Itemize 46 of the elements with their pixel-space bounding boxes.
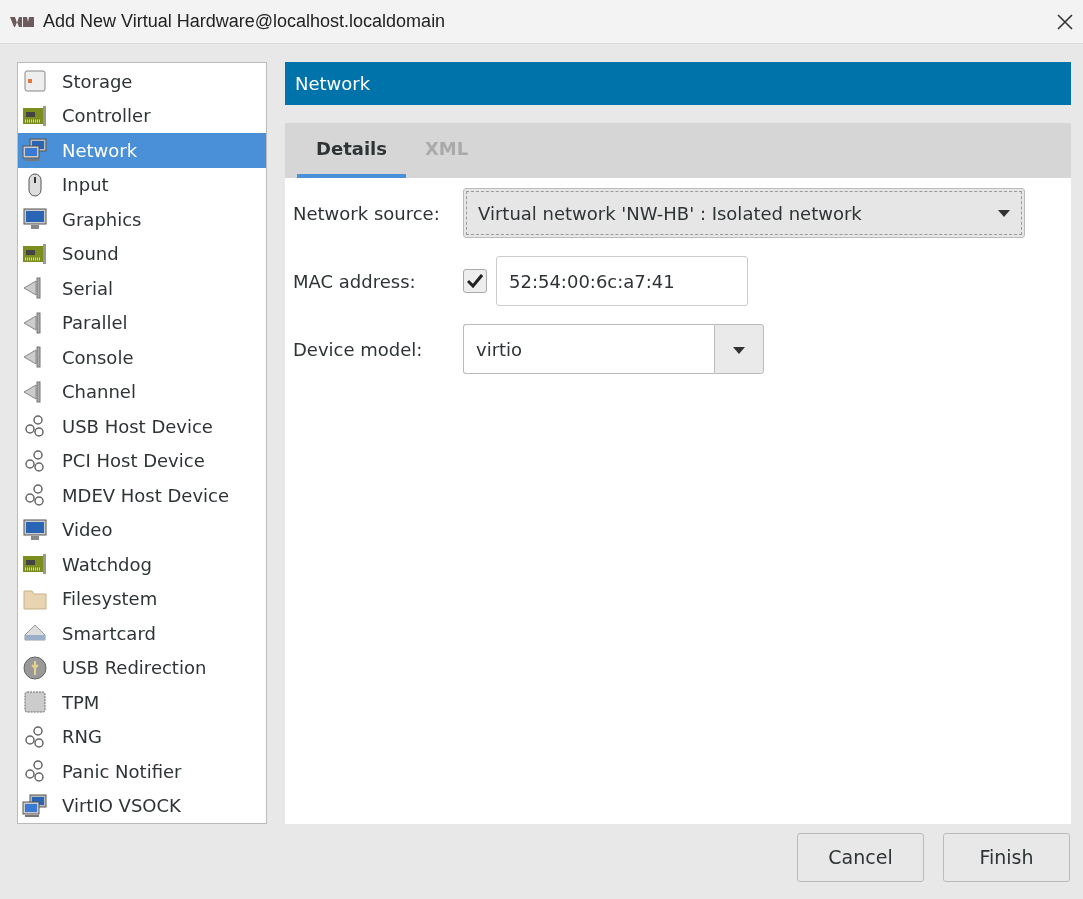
sidebar-item[interactable]: Video — [18, 512, 266, 547]
sidebar-item[interactable]: RNG — [18, 719, 266, 754]
sidebar-item[interactable]: Sound — [18, 236, 266, 271]
device-model-field[interactable]: virtio — [463, 324, 714, 374]
panel-header: Network — [285, 62, 1071, 105]
mac-checkbox[interactable] — [463, 269, 487, 293]
dialog-button[interactable]: Finish — [943, 833, 1070, 882]
field-label: Device model: — [293, 337, 424, 362]
sidebar-item[interactable]: PCI Host Device — [18, 443, 266, 478]
sidebar-item[interactable]: Controller — [18, 98, 266, 133]
sidebar-item[interactable]: USB Redirection — [18, 650, 266, 685]
sidebar-item[interactable]: VirtIO VSOCK — [18, 788, 266, 823]
sidebar-item[interactable]: Serial — [18, 271, 266, 306]
caret-icon — [733, 347, 745, 354]
monitor-icon — [22, 207, 48, 232]
app-logo-icon — [10, 16, 34, 27]
usb-icon — [22, 655, 48, 680]
chip-icon — [22, 690, 48, 715]
window-title: Add New Virtual Hardware@localhost.localdomain — [43, 10, 447, 33]
field-label: Network source: — [293, 201, 441, 226]
close-icon[interactable] — [1057, 13, 1073, 30]
sidebar-item[interactable]: Storage — [18, 64, 266, 99]
sidebar-item[interactable]: USB Host Device — [18, 409, 266, 444]
sidebar-item[interactable]: Panic Notifier — [18, 754, 266, 789]
card-icon — [22, 103, 48, 128]
card-icon — [22, 241, 48, 266]
network-icon — [22, 138, 48, 163]
monitor-icon — [22, 517, 48, 542]
sidebar-item[interactable]: Channel — [18, 374, 266, 409]
mac-address-field[interactable]: 52:54:00:6c:a7:41 — [496, 256, 748, 306]
dialog-button[interactable]: Cancel — [797, 833, 924, 882]
sidebar-item[interactable]: Parallel — [18, 305, 266, 340]
sidebar-item[interactable]: Console — [18, 340, 266, 375]
card-icon — [22, 552, 48, 577]
storage-icon — [22, 69, 48, 94]
sidebar-item[interactable]: TPM — [18, 685, 266, 720]
sidebar-item[interactable]: Watchdog — [18, 547, 266, 582]
network-source-dropdown[interactable]: Virtual network 'NW-HB' : Isolated network — [463, 188, 1025, 238]
network-icon — [22, 793, 48, 818]
caret-icon — [998, 209, 1010, 217]
sidebar-item[interactable]: Smartcard — [18, 616, 266, 651]
sidebar-item[interactable]: Graphics — [18, 202, 266, 237]
field-label: MAC address: — [293, 269, 417, 294]
sidebar-item[interactable]: MDEV Host Device — [18, 478, 266, 513]
sidebar-item[interactable]: Input — [18, 167, 266, 202]
sidebar-item[interactable]: Filesystem — [18, 581, 266, 616]
